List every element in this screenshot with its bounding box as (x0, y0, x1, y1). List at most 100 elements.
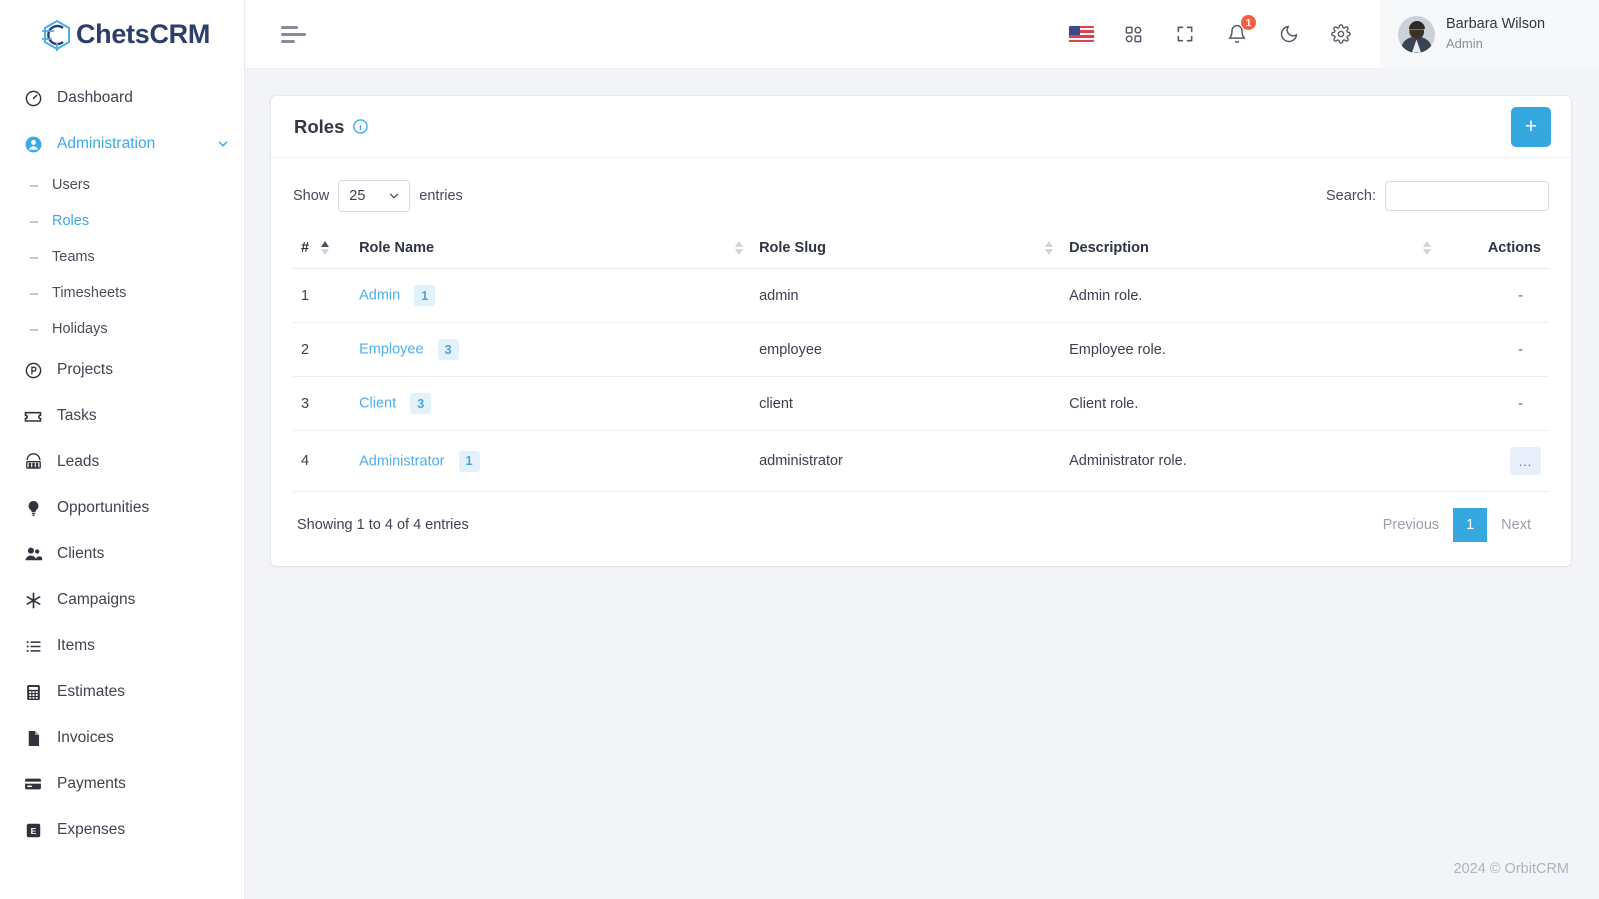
sidebar-item-estimates[interactable]: Estimates (0, 669, 244, 715)
cell-description: Administrator role. (1061, 430, 1439, 492)
ticket-icon (22, 405, 44, 427)
cell-description: Employee role. (1061, 322, 1439, 377)
cell-actions: … (1439, 430, 1549, 492)
sidebar-subitem-label: Holidays (52, 321, 108, 337)
sidebar-item-expenses[interactable]: E Expenses (0, 807, 244, 853)
dash-icon: – (29, 212, 39, 230)
settings-gear-icon[interactable] (1328, 21, 1354, 47)
role-name-link[interactable]: Admin (359, 287, 400, 303)
role-name-link[interactable]: Employee (359, 341, 423, 357)
sidebar-item-payments[interactable]: Payments (0, 761, 244, 807)
sidebar-subitem-timesheets[interactable]: – Timesheets (0, 275, 244, 311)
credit-card-icon (22, 773, 44, 795)
language-flag-us-icon[interactable] (1069, 25, 1094, 43)
table-footer: Showing 1 to 4 of 4 entries Previous 1 N… (293, 492, 1549, 556)
card-header: Roles + (271, 96, 1571, 158)
topbar-actions: 1 (1069, 14, 1380, 47)
sidebar-item-opportunities[interactable]: Opportunities (0, 485, 244, 531)
cell-index: 3 (293, 376, 352, 431)
sidebar-item-label: Items (57, 637, 95, 654)
add-role-button[interactable]: + (1511, 106, 1551, 147)
user-profile-menu[interactable]: Barbara Wilson Admin (1380, 0, 1599, 69)
sidebar-subitem-users[interactable]: – Users (0, 167, 244, 203)
sort-arrows-icon (1045, 241, 1054, 255)
actions-placeholder: - (1518, 341, 1523, 358)
sidebar-item-clients[interactable]: Clients (0, 531, 244, 577)
cell-index: 2 (293, 322, 352, 377)
sidebar-subitem-roles[interactable]: – Roles (0, 203, 244, 239)
entries-per-page-select[interactable]: 25 (338, 180, 411, 212)
card-body: Show 25 entries Search: # Role Name Role… (271, 158, 1571, 566)
page-title-text: Roles (294, 115, 345, 137)
user-circle-icon (22, 133, 44, 155)
sidebar-item-label: Tasks (57, 407, 97, 424)
column-label: Role Slug (759, 240, 826, 256)
show-label: Show (293, 188, 330, 204)
document-icon (22, 727, 44, 749)
footer: 2024 © OrbitCRM (245, 839, 1599, 899)
pagination-next[interactable]: Next (1487, 510, 1545, 540)
dash-icon: – (29, 176, 39, 194)
row-actions-menu-button[interactable]: … (1510, 447, 1541, 475)
sidebar-subitem-label: Roles (52, 213, 90, 229)
pagination-page-1[interactable]: 1 (1453, 508, 1488, 542)
role-name-link[interactable]: Client (359, 395, 396, 411)
column-header-role-name[interactable]: Role Name (351, 230, 752, 269)
column-label: # (301, 240, 310, 256)
project-circle-p-icon (22, 359, 44, 381)
role-count-badge: 1 (414, 285, 436, 306)
sidebar-item-label: Clients (57, 545, 105, 562)
sidebar-item-dashboard[interactable]: Dashboard (0, 75, 244, 121)
dark-mode-moon-icon[interactable] (1276, 21, 1302, 47)
sidebar-item-tasks[interactable]: Tasks (0, 393, 244, 439)
table-header-row: # Role Name Role Slug Description Action… (293, 230, 1549, 269)
sidebar-item-label: Leads (57, 453, 100, 470)
brand-logo[interactable]: ChetsCRM (0, 0, 244, 69)
cell-role-slug: client (751, 376, 1062, 431)
sidebar-subitem-holidays[interactable]: – Holidays (0, 311, 244, 347)
sidebar-item-items[interactable]: Items (0, 623, 244, 669)
search-input[interactable] (1385, 181, 1549, 211)
fullscreen-icon[interactable] (1172, 21, 1198, 47)
dash-icon: – (29, 248, 39, 266)
table-head: # Role Name Role Slug Description Action… (293, 230, 1549, 269)
table-controls: Show 25 entries Search: (293, 176, 1549, 216)
chevron-down-icon (216, 137, 230, 151)
sidebar-item-label: Projects (57, 361, 113, 378)
actions-placeholder: - (1518, 287, 1523, 304)
sidebar-item-label: Administration (57, 135, 156, 152)
hamburger-icon[interactable] (281, 19, 315, 49)
cell-actions: - (1439, 322, 1549, 377)
role-count-badge: 3 (437, 339, 459, 360)
column-header-description[interactable]: Description (1061, 230, 1439, 269)
column-header-role-slug[interactable]: Role Slug (751, 230, 1062, 269)
cell-role-slug: admin (751, 268, 1062, 323)
search-control: Search: (1326, 181, 1549, 211)
pagination-previous[interactable]: Previous (1369, 510, 1453, 540)
role-count-badge: 3 (410, 393, 432, 414)
sidebar-item-projects[interactable]: Projects (0, 347, 244, 393)
sidebar-item-leads[interactable]: Leads (0, 439, 244, 485)
expense-box-icon: E (22, 819, 44, 841)
sidebar-item-invoices[interactable]: Invoices (0, 715, 244, 761)
column-header-index[interactable]: # (293, 230, 352, 269)
sidebar-item-label: Campaigns (57, 591, 136, 608)
role-name-link[interactable]: Administrator (359, 453, 444, 469)
sidebar-item-campaigns[interactable]: Campaigns (0, 577, 244, 623)
notifications-bell-icon[interactable]: 1 (1224, 14, 1257, 47)
user-name: Barbara Wilson (1446, 16, 1546, 33)
table-body: 1 Admin 1 admin Admin role. - 2 Employee… (293, 268, 1549, 492)
content-area: Roles + Show 25 entries Search: # Role N… (245, 69, 1599, 839)
roles-table: # Role Name Role Slug Description Action… (293, 230, 1549, 492)
sidebar-subitem-teams[interactable]: – Teams (0, 239, 244, 275)
column-header-actions: Actions (1439, 230, 1549, 269)
info-circle-icon[interactable] (352, 118, 369, 135)
sort-arrows-icon (321, 241, 330, 255)
table-info: Showing 1 to 4 of 4 entries (297, 517, 469, 533)
sidebar-item-administration[interactable]: Administration (0, 121, 244, 167)
svg-text:E: E (30, 825, 36, 835)
sort-arrows-icon (735, 241, 744, 255)
apps-grid-icon[interactable] (1120, 21, 1146, 47)
sidebar-subitem-label: Users (52, 177, 90, 193)
user-role: Admin (1446, 36, 1483, 51)
